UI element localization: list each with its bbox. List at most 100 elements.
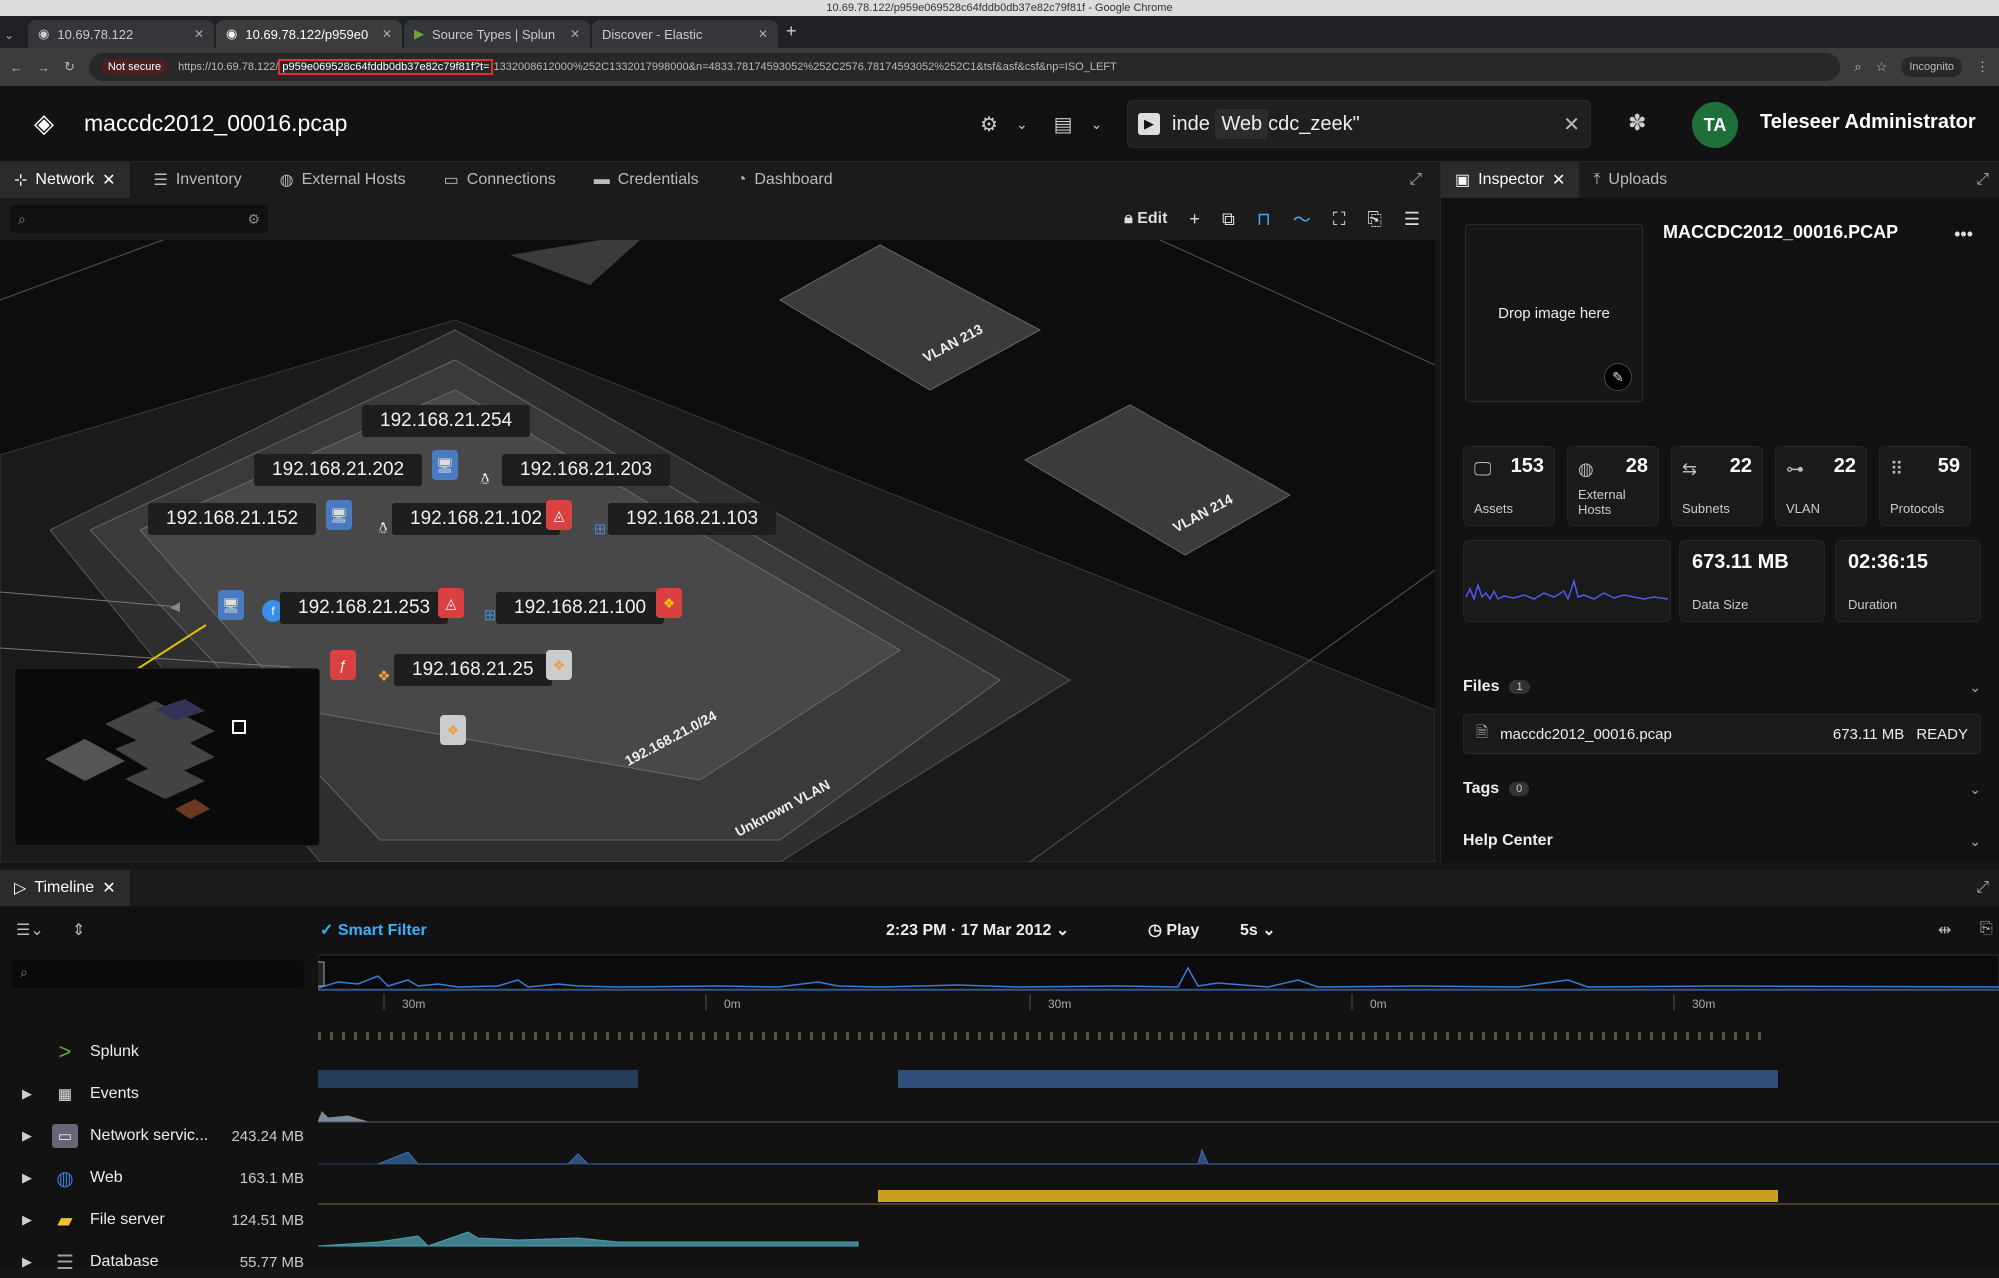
- server-icon[interactable]: ◬: [546, 500, 572, 530]
- source-row-network-services[interactable]: ▶ ▭ Network servic... 243.24 MB: [0, 1120, 318, 1152]
- paw-icon[interactable]: ✽: [1628, 110, 1646, 136]
- asset-label[interactable]: 192.168.21.103: [608, 503, 777, 535]
- pencil-icon[interactable]: ✎: [1604, 363, 1632, 391]
- asset-label[interactable]: 192.168.21.202: [254, 454, 423, 486]
- stat-external-hosts[interactable]: ◍ 28 External Hosts: [1567, 446, 1659, 526]
- tab-credentials[interactable]: ▬ Credentials: [580, 162, 713, 198]
- datetime-picker[interactable]: 2:23 PM · 17 Mar 2012 ⌄: [886, 920, 1069, 940]
- file-row[interactable]: 🗎︎ maccdc2012_00016.pcap 673.11 MB READY: [1463, 714, 1981, 754]
- export-icon[interactable]: ⎘: [1980, 920, 1993, 938]
- chevron-down-icon[interactable]: ⌄: [1969, 679, 1981, 696]
- collapse-icon[interactable]: ⇕: [72, 920, 85, 940]
- timeline-search-input[interactable]: ⌕: [12, 960, 304, 988]
- asset-label[interactable]: 192.168.21.152: [148, 503, 317, 535]
- star-icon[interactable]: ☆: [1876, 59, 1888, 75]
- tab-dashboard[interactable]: ◔ Dashboard: [723, 162, 847, 198]
- close-icon[interactable]: ✕: [1563, 112, 1580, 137]
- source-row-file-server[interactable]: ▶ ▰ File server 124.51 MB: [0, 1204, 318, 1236]
- chevron-down-icon[interactable]: ⌄: [1091, 116, 1103, 137]
- export-icon[interactable]: ⎘: [1367, 209, 1381, 230]
- smart-filter-toggle[interactable]: ✓ Smart Filter: [320, 920, 427, 940]
- asset-label[interactable]: 192.168.21.253: [280, 592, 449, 624]
- source-row-events[interactable]: ▶ ▦ Events: [0, 1078, 318, 1110]
- close-icon[interactable]: ✕: [102, 878, 115, 898]
- fit-icon[interactable]: ⇹: [1938, 920, 1951, 940]
- stat-protocols[interactable]: ⠿ 59 Protocols: [1879, 446, 1971, 526]
- url-field[interactable]: Not secure https://10.69.78.122/p959e069…: [88, 53, 1841, 81]
- new-tab-button[interactable]: +: [786, 21, 797, 42]
- play-button[interactable]: ◷ Play: [1148, 920, 1199, 940]
- menu-icon[interactable]: ⋮: [1976, 59, 1989, 75]
- source-row-database[interactable]: ▶ ☰ Database 55.77 MB: [0, 1246, 318, 1278]
- image-dropzone[interactable]: Drop image here ✎: [1465, 224, 1643, 402]
- server-icon[interactable]: ◬: [438, 588, 464, 618]
- files-section-header[interactable]: Files 1 ⌄: [1463, 678, 1981, 696]
- stat-subnets[interactable]: ⇆ 22 Subnets: [1671, 446, 1763, 526]
- close-icon[interactable]: ✕: [570, 27, 580, 41]
- source-row-splunk[interactable]: > Splunk: [0, 1036, 318, 1068]
- gear-icon[interactable]: ⚙: [247, 211, 260, 228]
- browser-tab[interactable]: ◉ 10.69.78.122 ✕: [28, 20, 214, 48]
- computer-icon[interactable]: 🖥︎: [326, 500, 352, 530]
- server-icon[interactable]: ƒ: [330, 650, 356, 680]
- expand-icon[interactable]: ⤢: [1409, 171, 1422, 189]
- asset-label[interactable]: 192.168.21.100: [496, 592, 665, 624]
- asset-label[interactable]: 192.168.21.203: [502, 454, 671, 486]
- not-secure-badge[interactable]: Not secure: [100, 59, 169, 75]
- computer-icon[interactable]: 🖥︎: [218, 590, 244, 620]
- zoom-icon[interactable]: ⌕: [1854, 59, 1861, 75]
- tab-connections[interactable]: ▭ Connections: [430, 162, 570, 198]
- tab-inspector[interactable]: ▣ Inspector ✕: [1441, 162, 1580, 198]
- settings-sliders-icon[interactable]: ☰: [1404, 209, 1420, 230]
- teleseer-logo-icon[interactable]: ◈: [24, 104, 64, 144]
- asset-label[interactable]: 192.168.21.254: [362, 405, 531, 437]
- reload-icon[interactable]: ↻: [64, 59, 75, 75]
- close-icon[interactable]: ✕: [758, 27, 768, 41]
- browser-tab[interactable]: ▶ Source Types | Splun ✕: [404, 20, 590, 48]
- expand-triangle-icon[interactable]: ▶: [22, 1170, 44, 1186]
- computer-icon[interactable]: 🖥︎: [432, 450, 458, 480]
- tab-external-hosts[interactable]: ◍ External Hosts: [266, 162, 420, 198]
- forward-icon[interactable]: →: [37, 60, 50, 75]
- server-icon[interactable]: ❖: [656, 588, 682, 618]
- back-icon[interactable]: ←: [10, 60, 23, 75]
- asset-label[interactable]: 192.168.21.102: [392, 503, 561, 535]
- speed-select[interactable]: 5s ⌄: [1240, 920, 1276, 940]
- edit-button[interactable]: 🔒︎ Edit: [1124, 210, 1167, 228]
- expand-icon[interactable]: ⤢: [1976, 171, 1989, 189]
- chevron-down-icon[interactable]: ⌄: [1016, 116, 1028, 137]
- plus-icon[interactable]: +: [1189, 209, 1200, 230]
- layout-icon[interactable]: ▤: [1054, 112, 1073, 137]
- expand-icon[interactable]: ⤢: [1976, 879, 1989, 897]
- help-section-header[interactable]: Help Center ⌄: [1463, 832, 1981, 850]
- curve-icon[interactable]: 〜: [1293, 206, 1311, 232]
- browser-tab[interactable]: Discover - Elastic ✕: [592, 20, 778, 48]
- expand-triangle-icon[interactable]: ▶: [22, 1086, 44, 1102]
- gear-icon[interactable]: ⚙: [980, 112, 998, 137]
- avatar[interactable]: TA: [1692, 102, 1738, 148]
- tab-inventory[interactable]: ☰ Inventory: [140, 162, 256, 198]
- stat-assets[interactable]: 🖵︎ 153 Assets: [1463, 446, 1555, 526]
- expand-triangle-icon[interactable]: ▶: [22, 1212, 44, 1228]
- tab-uploads[interactable]: ⤒ Uploads: [1579, 162, 1681, 198]
- traffic-sparkline[interactable]: [1463, 540, 1671, 622]
- layers-icon[interactable]: ⧉: [1222, 209, 1235, 230]
- chevron-down-icon[interactable]: ⌄: [1969, 781, 1981, 798]
- more-icon[interactable]: •••: [1954, 224, 1973, 245]
- expand-triangle-icon[interactable]: ▶: [22, 1128, 44, 1144]
- close-icon[interactable]: ✕: [382, 27, 392, 41]
- tab-network[interactable]: ⊹ Network ✕: [0, 162, 130, 198]
- tags-section-header[interactable]: Tags 0 ⌄: [1463, 780, 1981, 798]
- select-icon[interactable]: ⊓: [1257, 209, 1271, 230]
- minimap[interactable]: [14, 668, 320, 846]
- server-icon[interactable]: ❖: [546, 650, 572, 680]
- chevron-down-icon[interactable]: ⌄: [1969, 833, 1981, 850]
- timeline-graph[interactable]: 30m 0m 30m 0m 30m: [315, 950, 1999, 1268]
- close-icon[interactable]: ✕: [1552, 170, 1565, 190]
- query-input[interactable]: ▶ inde Web cdc_zeek" ✕: [1127, 100, 1591, 148]
- server-icon[interactable]: ❖: [440, 715, 466, 745]
- map-search-input[interactable]: ⌕ ⚙: [10, 205, 268, 233]
- network-map[interactable]: VLAN 213 VLAN 214 192.168.21.0/24 Unknow…: [0, 240, 1435, 862]
- asset-label[interactable]: 192.168.21.25: [394, 654, 552, 686]
- close-icon[interactable]: ✕: [102, 170, 115, 190]
